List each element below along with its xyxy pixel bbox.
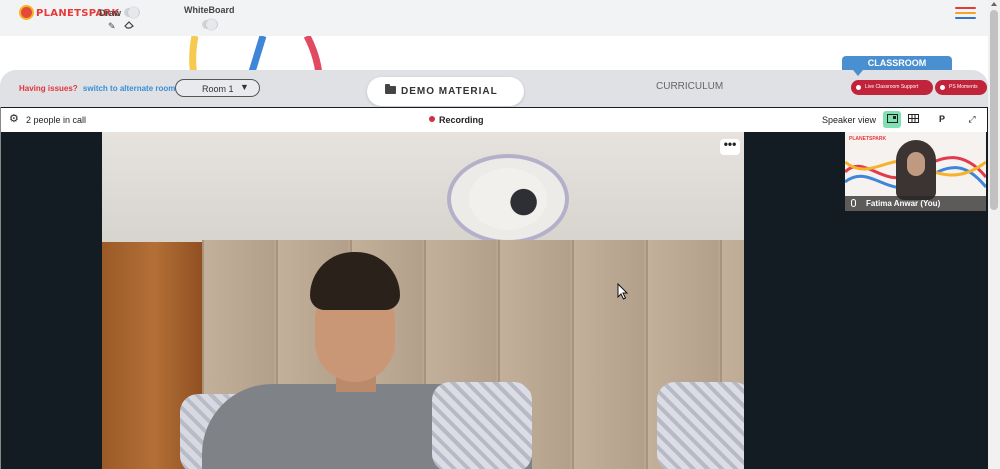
speaker-view-icon[interactable] — [883, 111, 901, 128]
more-options-button[interactable]: ••• — [720, 138, 740, 155]
gear-icon[interactable]: ⚙ — [9, 114, 19, 125]
live-classroom-support-button[interactable]: Live Classroom Support — [851, 80, 933, 95]
scrollbar-thumb[interactable] — [990, 10, 998, 210]
room-select[interactable]: Room 1 ▼ — [175, 79, 260, 97]
curriculum-tab[interactable]: CURRICULUM — [656, 81, 723, 92]
draw-toggle[interactable] — [124, 7, 140, 18]
recording-label: Recording — [439, 115, 484, 125]
microphone-icon — [851, 199, 856, 207]
issues-label: Having issues? — [19, 84, 78, 93]
issues-notice: Having issues? switch to alternate room — [19, 84, 175, 93]
caret-down-icon: ▼ — [240, 82, 249, 92]
people-count: 2 people in call — [26, 115, 87, 125]
video-wall — [102, 132, 744, 252]
speaker-view-label: Speaker view — [822, 115, 877, 125]
eraser-icon[interactable] — [124, 21, 134, 29]
self-view-tile[interactable]: PLANETSPARK Fatima Anwar (You) — [845, 132, 986, 211]
recording-dot-icon — [429, 116, 435, 122]
whiteboard-label: WhiteBoard — [184, 5, 235, 15]
top-toolbar: PLANETSPARK Draw ✎ WhiteBoard — [0, 0, 988, 36]
live-support-label: Live Classroom Support — [865, 84, 919, 90]
moments-icon — [940, 85, 945, 90]
mouse-cursor-icon — [617, 283, 629, 300]
presenter-button[interactable]: P — [933, 111, 951, 128]
demo-material-label: DEMO MATERIAL — [401, 86, 498, 97]
wall-clock-decor — [447, 154, 569, 244]
demo-material-button[interactable]: DEMO MATERIAL — [367, 77, 524, 106]
call-header-bar: ⚙ 2 people in call Recording Speaker vie… — [1, 108, 987, 132]
self-view-name-label: Fatima Anwar (You) — [866, 199, 941, 208]
pencil-icon[interactable]: ✎ — [108, 21, 116, 31]
classroom-tab-pointer — [853, 70, 863, 76]
ps-moments-label: PS Moments — [949, 84, 978, 90]
alternate-room-link[interactable]: switch to alternate room — [83, 84, 175, 93]
planetspark-logo-icon — [19, 5, 34, 20]
planetspark-logo: PLANETSPARK — [19, 5, 119, 23]
classroom-tab[interactable]: CLASSROOM — [842, 56, 952, 70]
hamburger-menu-icon[interactable] — [955, 7, 976, 21]
grid-view-icon[interactable] — [904, 111, 922, 128]
draw-label: Draw — [99, 8, 122, 18]
remote-participant-video — [102, 132, 744, 469]
room-select-value: Room 1 — [202, 84, 234, 94]
scroll-up-icon[interactable] — [991, 2, 997, 6]
self-view-brand: PLANETSPARK — [849, 136, 887, 142]
self-view-name: Fatima Anwar (You) — [845, 196, 986, 211]
fullscreen-icon[interactable]: ⤢ — [963, 111, 981, 128]
ps-moments-button[interactable]: PS Moments — [935, 80, 987, 95]
classroom-page: PLANETSPARK Draw ✎ WhiteBoard Having iss… — [0, 0, 1000, 469]
whiteboard-toggle[interactable] — [202, 19, 218, 30]
recording-indicator: Recording — [429, 115, 484, 125]
folder-icon — [385, 84, 396, 94]
vertical-scrollbar[interactable] — [988, 0, 1000, 469]
support-icon — [856, 85, 861, 90]
